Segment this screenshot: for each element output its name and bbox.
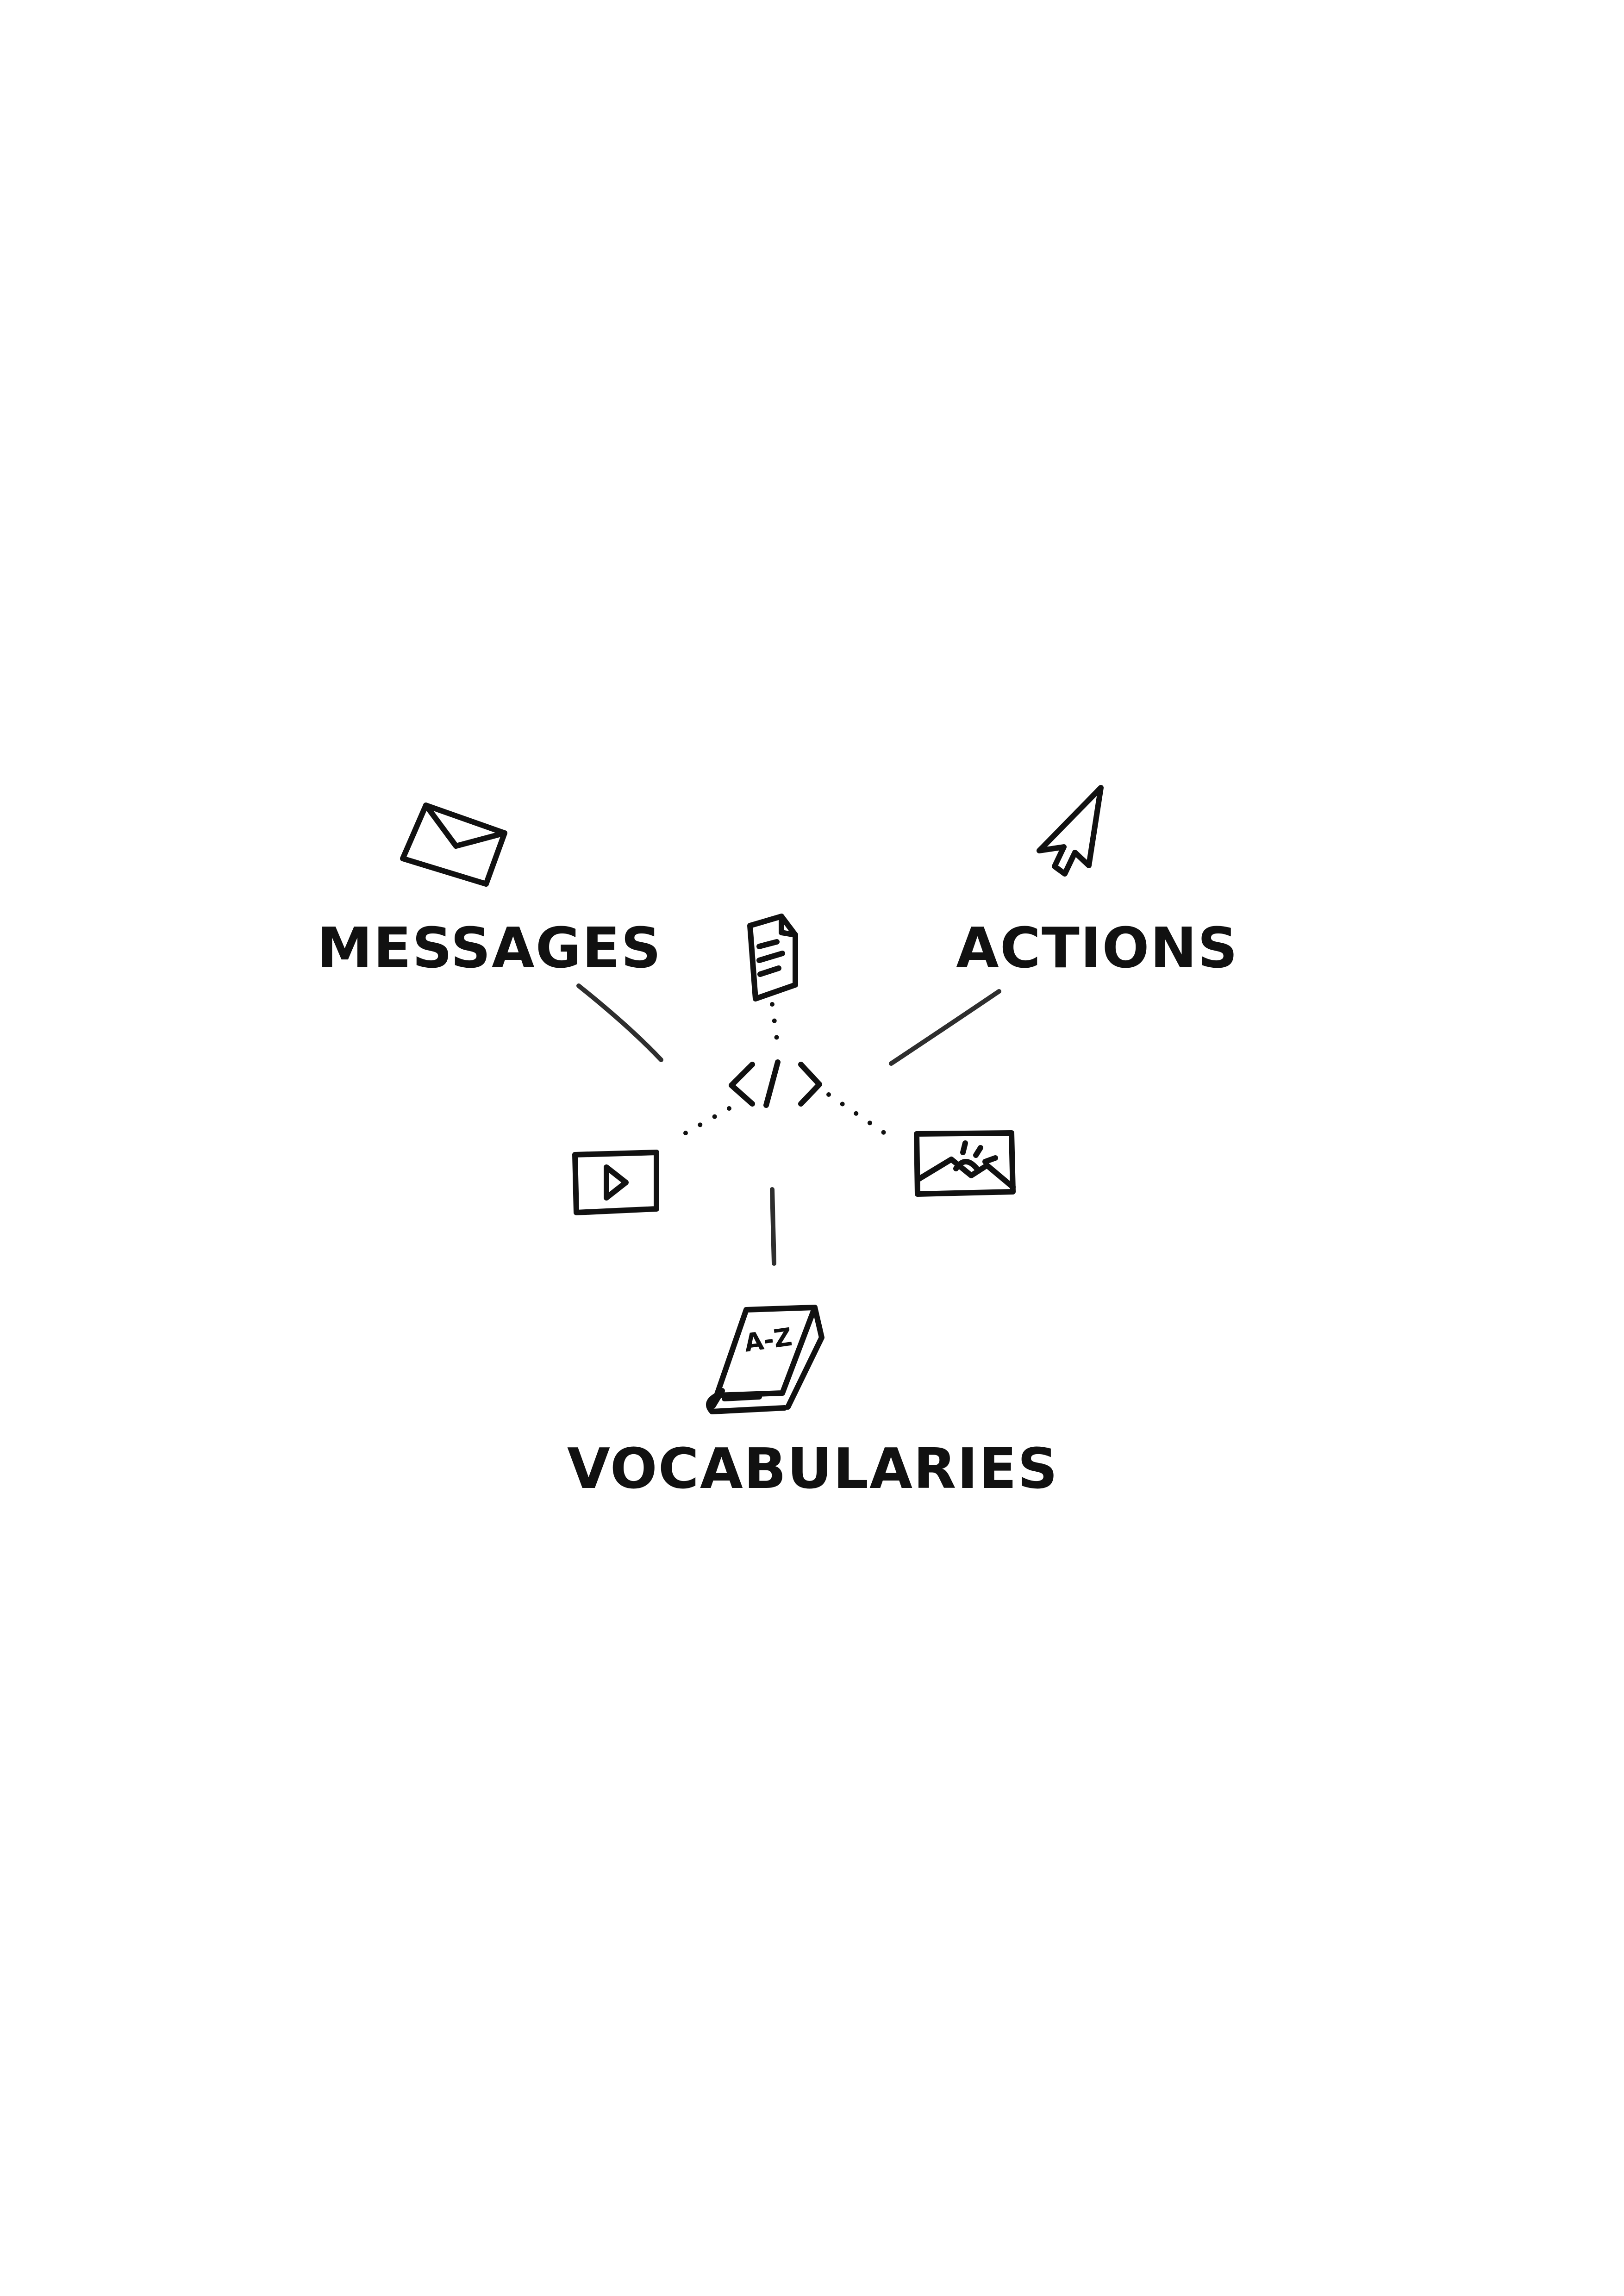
actions-connector: [889, 989, 1001, 1066]
video-link: [674, 1106, 731, 1141]
messages-label: MESSAGES: [317, 916, 662, 981]
image-icon: [914, 1130, 1016, 1197]
video-play-icon: [572, 1150, 659, 1215]
book-icon: A-Z: [706, 1305, 824, 1414]
image-link: [826, 1092, 898, 1143]
vocabularies-connector: [770, 1187, 776, 1266]
cursor-arrow-icon: [1037, 785, 1104, 877]
book-cover-text: A-Z: [743, 1322, 794, 1358]
envelope-icon: [400, 803, 507, 887]
code-brackets-icon: [729, 1059, 822, 1108]
document-link: [770, 1002, 781, 1055]
vocabularies-label: VOCABULARIES: [567, 1437, 1058, 1501]
diagram-canvas: MESSAGES ACTIONS A-Z VOCABULARIES: [317, 785, 1238, 1501]
document-icon: [747, 914, 798, 1002]
actions-label: ACTIONS: [956, 916, 1238, 981]
messages-connector: [576, 983, 663, 1062]
